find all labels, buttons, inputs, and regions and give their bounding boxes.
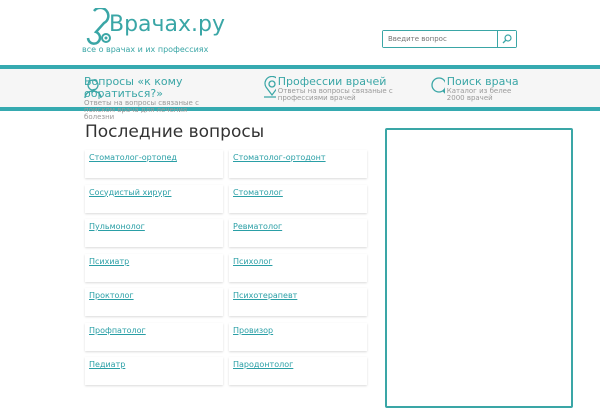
logo[interactable]: Врачах.ру все о врачах и их профессиях <box>82 6 225 54</box>
question-card: Психиатр <box>85 253 223 282</box>
question-link[interactable]: Пародонтолог <box>233 360 293 369</box>
question-link[interactable]: Стоматолог-ортопед <box>89 153 177 162</box>
nav-item-doctor-search[interactable]: Поиск врача Каталог из белее 2000 врачей <box>430 76 530 102</box>
logo-tagline: все о врачах и их профессиях <box>82 45 209 54</box>
question-card: Стоматолог <box>229 184 367 213</box>
question-link[interactable]: Сосудистый хирург <box>89 188 172 197</box>
question-card: Сосудистый хирург <box>85 184 223 213</box>
question-link[interactable]: Провизор <box>233 326 273 335</box>
question-link[interactable]: Профпатолог <box>89 326 146 335</box>
question-link[interactable]: Психолог <box>233 257 272 266</box>
question-card: Психотерапевт <box>229 288 367 316</box>
question-card: Пульмонолог <box>85 219 223 247</box>
search-icon <box>502 33 512 43</box>
search-form <box>382 30 517 48</box>
question-link[interactable]: Пульмонолог <box>89 222 145 231</box>
logo-name: Врачах.ру <box>109 12 226 37</box>
stethoscope-icon <box>86 6 111 45</box>
question-link[interactable]: Ревматолог <box>233 222 282 231</box>
search-input[interactable] <box>383 31 497 47</box>
nav-item-professions[interactable]: Профессии врачей Ответы на вопросы связа… <box>262 76 412 102</box>
users-icon <box>84 79 102 99</box>
ad-block <box>385 128 573 408</box>
nav-band: Вопросы «к кому обратиться?» Ответы на в… <box>0 65 600 121</box>
magnifier-icon <box>431 77 445 94</box>
question-link[interactable]: Стоматолог <box>233 188 283 197</box>
question-card: Педиатр <box>85 357 223 385</box>
map-pin-icon <box>264 76 276 98</box>
search-button[interactable] <box>497 31 516 47</box>
nav-item-questions[interactable]: Вопросы «к кому обратиться?» Ответы на в… <box>84 76 214 121</box>
question-card: Психолог <box>229 253 367 282</box>
question-link[interactable]: Психиатр <box>89 257 129 266</box>
question-link[interactable]: Проктолог <box>89 291 134 300</box>
question-card: Профпатолог <box>85 322 223 351</box>
question-card: Ревматолог <box>229 219 367 247</box>
nav-desc: Каталог из белее 2000 врачей <box>446 87 512 102</box>
question-link[interactable]: Стоматолог-ортодонт <box>233 153 326 162</box>
question-card: Стоматолог-ортопед <box>85 150 223 178</box>
nav-desc: Ответы на вопросы связаные с поиском вра… <box>84 99 199 121</box>
question-link[interactable]: Психотерапевт <box>233 291 297 300</box>
nav-desc: Ответы на вопросы связаные с профессиями… <box>277 87 393 102</box>
question-card: Стоматолог-ортодонт <box>229 150 367 178</box>
page-title: Последние вопросы <box>85 122 265 142</box>
question-card: Проктолог <box>85 288 223 316</box>
question-card: Пародонтолог <box>229 357 367 385</box>
question-card: Провизор <box>229 322 367 351</box>
question-link[interactable]: Педиатр <box>89 360 125 369</box>
